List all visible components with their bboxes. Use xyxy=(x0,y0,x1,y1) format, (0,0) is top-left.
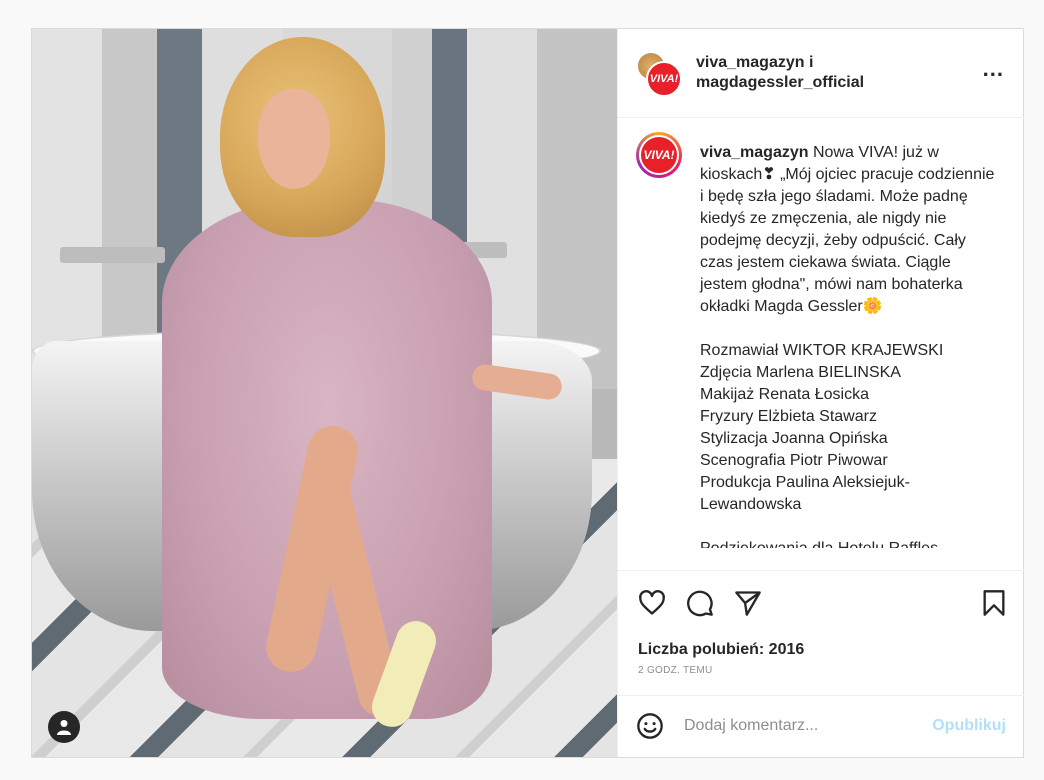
comment-input[interactable] xyxy=(684,714,904,738)
credit-line: Fryzury Elżbieta Stawarz xyxy=(700,408,877,425)
caption-body: Nowa VIVA! już w kioskach❣ „Mój ojciec p… xyxy=(700,144,995,315)
caption-text: viva_magazyn Nowa VIVA! już w kioskach❣ … xyxy=(700,142,1000,548)
credit-line: Makijaż Renata Łosicka xyxy=(700,386,869,403)
credit-line: Rozmawiał WIKTOR KRAJEWSKI xyxy=(700,342,944,359)
face xyxy=(258,89,330,189)
caption-username[interactable]: viva_magazyn xyxy=(700,144,809,161)
credit-line: Produkcja Paulina Aleksiejuk-Lewandowska xyxy=(700,474,910,513)
post-photo[interactable] xyxy=(32,29,617,757)
post-authors[interactable]: viva_magazyn i magdagessler_official xyxy=(696,53,864,93)
emoji-icon[interactable] xyxy=(636,712,664,740)
credit-line: Scenografia Piotr Piwowar xyxy=(700,452,888,469)
post-timestamp[interactable]: 2 GODZ. TEMU xyxy=(638,665,713,676)
comment-icon[interactable] xyxy=(686,589,714,617)
viva-logo: VIVA! xyxy=(639,135,679,175)
more-options-icon[interactable]: ... xyxy=(983,58,1004,80)
author-line-2[interactable]: magdagessler_official xyxy=(696,73,864,93)
comment-bar: Opublikuj xyxy=(618,695,1024,758)
heart-icon[interactable] xyxy=(638,589,666,617)
post-panel: VIVA! viva_magazyn i magdagessler_offici… xyxy=(617,29,1024,757)
credit-line: Zdjęcia Marlena BIELINSKA xyxy=(700,364,901,381)
caption-cut-line: Podziękowania dla Hotelu Raffles xyxy=(700,538,1000,548)
post-header: VIVA! viva_magazyn i magdagessler_offici… xyxy=(618,29,1024,118)
post-comment-button[interactable]: Opublikuj xyxy=(932,717,1006,735)
action-bar xyxy=(618,570,1024,631)
likes-count[interactable]: Liczba polubień: 2016 xyxy=(638,641,804,659)
collab-avatars[interactable]: VIVA! xyxy=(636,51,682,97)
user-tag-icon[interactable] xyxy=(48,711,80,743)
caption-avatar[interactable]: VIVA! xyxy=(636,132,682,178)
post-card: VIVA! viva_magazyn i magdagessler_offici… xyxy=(31,28,1024,758)
avatar-viva-magazyn[interactable]: VIVA! xyxy=(646,61,682,97)
author-line-1[interactable]: viva_magazyn i xyxy=(696,53,864,73)
share-icon[interactable] xyxy=(734,589,762,617)
bookmark-icon[interactable] xyxy=(980,589,1008,617)
credit-line: Stylizacja Joanna Opińska xyxy=(700,430,888,447)
caption-area: VIVA! viva_magazyn Nowa VIVA! już w kios… xyxy=(618,118,1024,570)
